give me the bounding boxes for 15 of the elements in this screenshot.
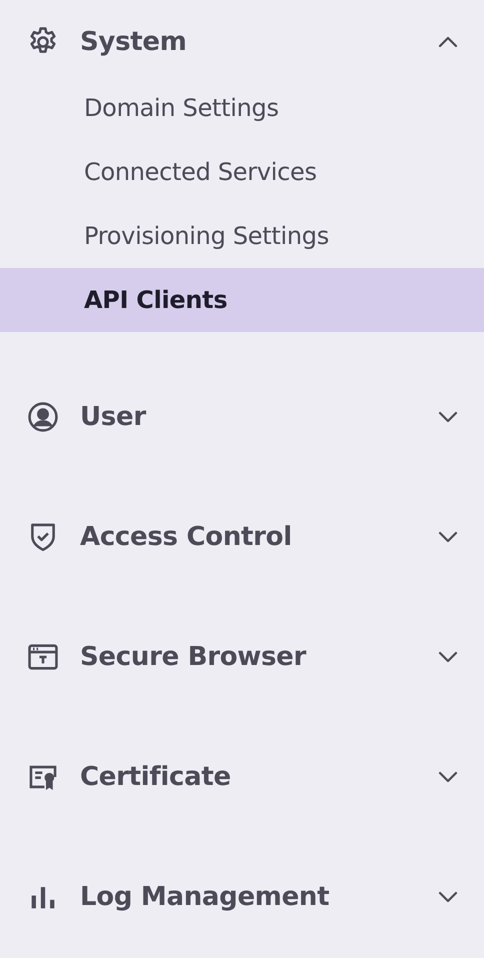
chevron-icon xyxy=(438,651,458,663)
nav-section-header[interactable]: User xyxy=(0,357,484,477)
user-icon xyxy=(26,400,60,434)
nav-section-header[interactable]: Access Control xyxy=(0,477,484,597)
chevron-icon xyxy=(438,36,458,48)
nav-item[interactable]: API Clients xyxy=(0,268,484,332)
nav-section-header[interactable]: Secure Browser xyxy=(0,597,484,717)
nav-item[interactable]: Provisioning Settings xyxy=(0,204,484,268)
chevron-icon xyxy=(438,771,458,783)
chevron-icon xyxy=(438,411,458,423)
nav-section-header[interactable]: Certificate xyxy=(0,717,484,837)
nav-section-header[interactable]: Log Management xyxy=(0,837,484,957)
chevron-icon xyxy=(438,531,458,543)
chevron-icon xyxy=(438,891,458,903)
nav-item[interactable]: Connected Services xyxy=(0,140,484,204)
